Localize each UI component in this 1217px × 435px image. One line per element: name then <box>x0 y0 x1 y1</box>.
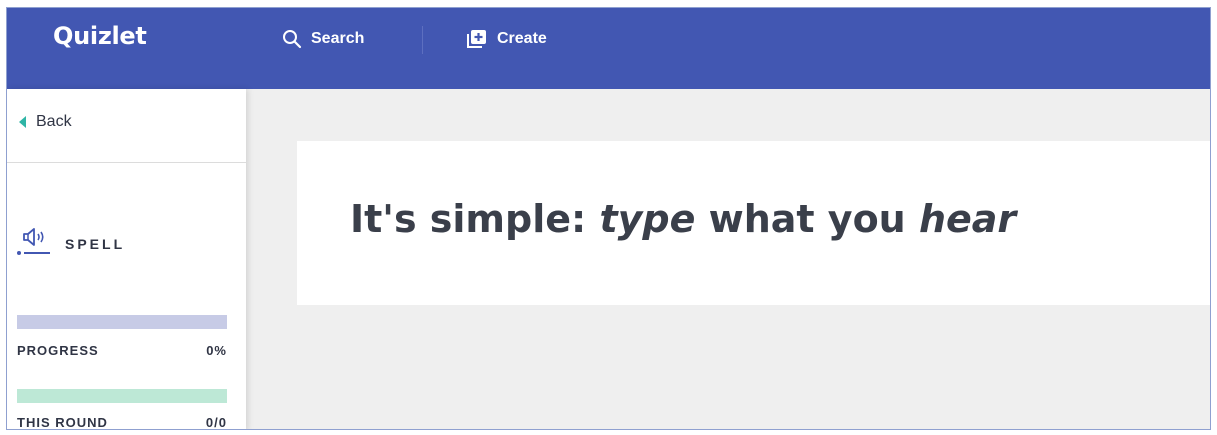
progress-bar <box>17 315 227 329</box>
prompt-part-2: what you <box>695 197 919 241</box>
study-sidebar: Back SPELL PROGRESS 0% THIS ROUND 0/0 <box>7 89 246 430</box>
progress-value: 0% <box>206 343 227 358</box>
create-button[interactable]: Create <box>466 26 547 52</box>
prompt-part-hear: hear <box>918 197 1017 241</box>
speaker-icon <box>23 228 44 246</box>
this-round-bar <box>17 389 227 403</box>
create-plus-icon <box>467 30 486 48</box>
this-round-value: 0/0 <box>205 415 227 430</box>
prompt-part-1: It's simple: <box>350 197 600 241</box>
back-label: Back <box>36 113 72 130</box>
prompt-card: It's simple: type what you hear <box>297 141 1210 305</box>
search-label: Search <box>311 30 365 47</box>
mode-indicator[interactable]: SPELL <box>17 227 125 261</box>
this-round-label: THIS ROUND <box>17 415 108 430</box>
mode-label: SPELL <box>65 236 126 252</box>
this-round-stat: THIS ROUND 0/0 <box>17 415 227 430</box>
prompt-heading: It's simple: type what you hear <box>350 197 1016 241</box>
create-label: Create <box>497 30 547 47</box>
mode-dot <box>17 251 21 255</box>
back-button[interactable]: Back <box>19 113 72 131</box>
back-arrow-icon <box>19 116 26 128</box>
top-navigation-bar: Quizlet Search Create <box>7 8 1210 89</box>
prompt-part-type: type <box>599 197 696 241</box>
search-icon <box>283 30 302 49</box>
app-window: Quizlet Search Create Back SPELL PROGRES… <box>6 7 1211 430</box>
search-button[interactable]: Search <box>282 26 364 52</box>
nav-divider <box>422 26 423 54</box>
progress-label: PROGRESS <box>17 343 99 358</box>
mode-underline <box>24 252 50 254</box>
sidebar-divider <box>7 162 246 163</box>
progress-stat: PROGRESS 0% <box>17 343 227 358</box>
quizlet-logo[interactable]: Quizlet <box>53 22 147 50</box>
